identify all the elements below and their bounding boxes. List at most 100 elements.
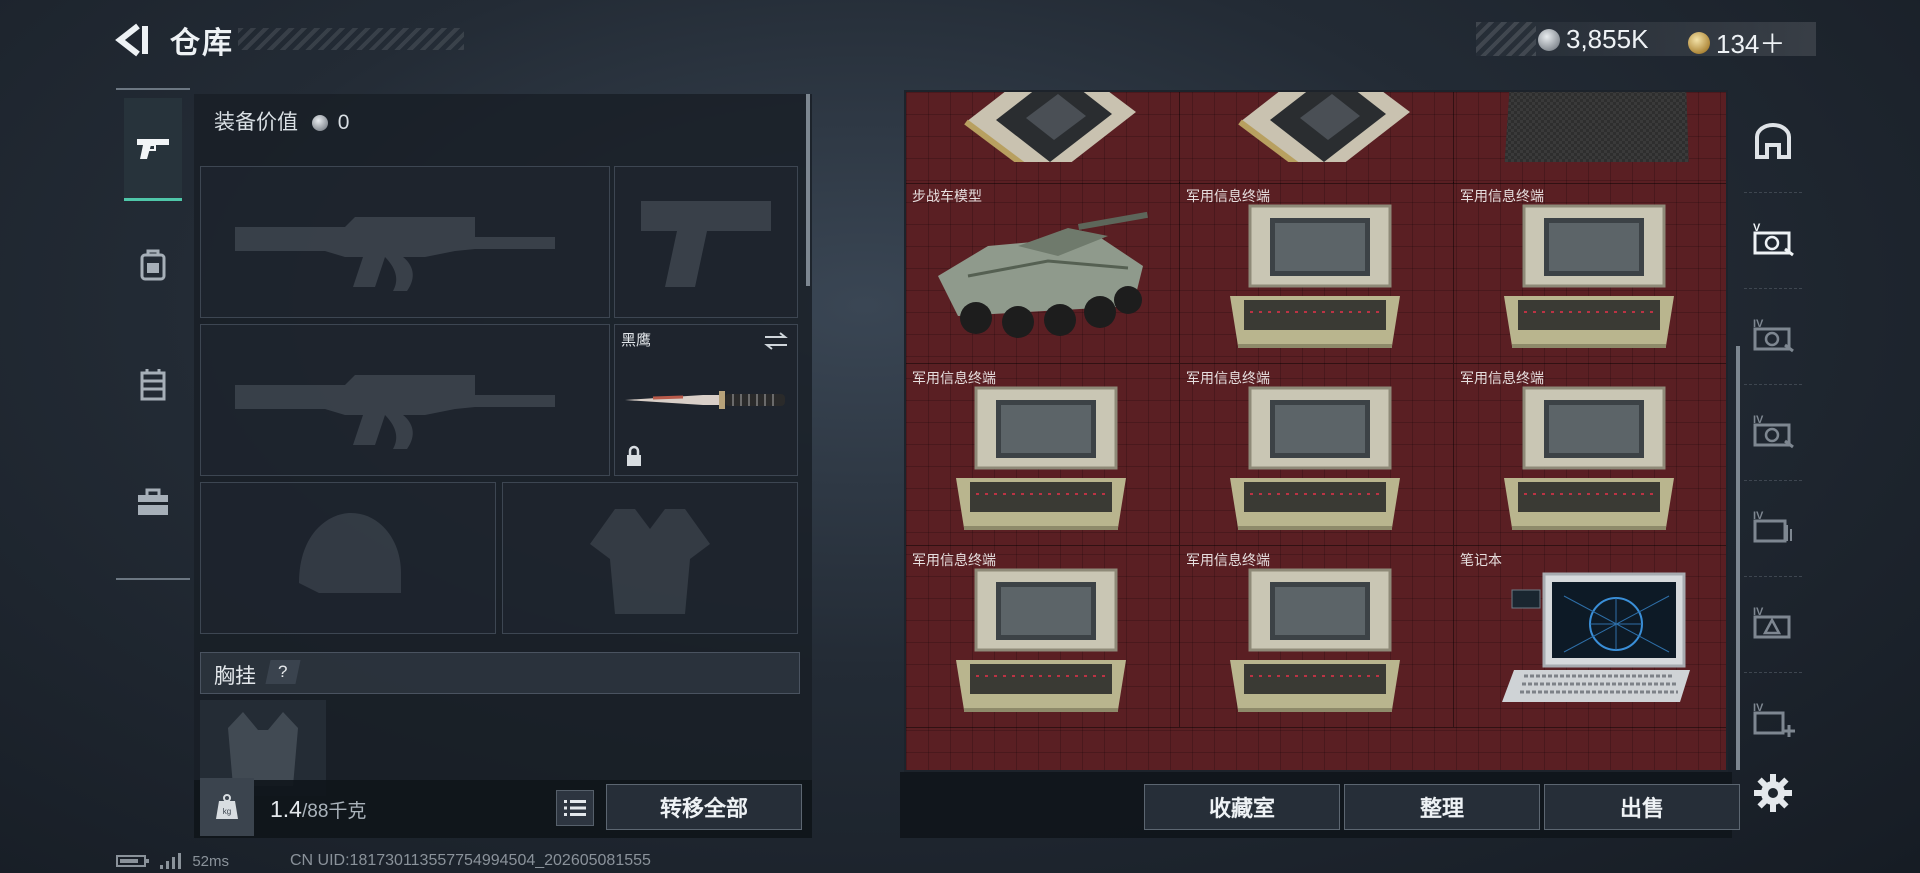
- home-storage-icon: [1755, 123, 1791, 159]
- tab-storage-iv-4[interactable]: IV: [1744, 576, 1802, 667]
- melee-name: 黑鹰: [621, 332, 652, 349]
- list-icon: [564, 800, 586, 816]
- back-button[interactable]: [112, 22, 152, 58]
- storage-item-11[interactable]: 笔记本: [1454, 546, 1726, 728]
- storage-item-7[interactable]: 军用信息终端: [1180, 364, 1454, 546]
- gear-icon: [1754, 774, 1792, 812]
- gold-amount: 134＋: [1716, 29, 1786, 59]
- transfer-all-button[interactable]: 转移全部: [606, 784, 802, 830]
- equipment-value-amount: 0: [337, 111, 350, 134]
- storage-item-3[interactable]: 步战车模型: [906, 182, 1180, 364]
- chest-rig-icon: [228, 712, 298, 786]
- tab-storage-iv-add[interactable]: IV: [1744, 672, 1802, 763]
- ping-value: 52ms: [192, 852, 230, 870]
- lock-icon: [627, 445, 641, 466]
- laptop-icon: [1502, 572, 1690, 702]
- storage-item-8[interactable]: 军用信息终端: [1454, 364, 1726, 546]
- tab-toolbox[interactable]: [124, 452, 182, 552]
- list-view-button[interactable]: [556, 790, 594, 826]
- tab-storage-v[interactable]: V: [1744, 192, 1802, 283]
- tab-backpack[interactable]: [124, 214, 182, 314]
- tab-storage-iv-1[interactable]: IV: [1744, 288, 1802, 379]
- silver-coin-icon: [1538, 28, 1560, 51]
- storage-item-1[interactable]: [1180, 92, 1454, 184]
- storage-item-5[interactable]: 军用信息终端: [1454, 182, 1726, 364]
- military-terminal-icon: [1504, 386, 1674, 530]
- pistol-slot[interactable]: [614, 166, 798, 318]
- carbon-fiber-sheet-icon: [1504, 92, 1689, 162]
- storage-tab-4c-icon: IV: [1753, 510, 1792, 543]
- storage-grid: 步战车模型 军用信息终端 军用信息终端 军用信息终端 军用信息终端 军用信息终端…: [904, 90, 1728, 772]
- equipment-value-label: 装备价值: [214, 111, 298, 134]
- help-glyph: ?: [278, 662, 288, 681]
- network-status: 52ms: [116, 852, 229, 870]
- tab-storage-iv-3[interactable]: IV: [1744, 480, 1802, 571]
- silver-amount: 3,855K: [1566, 24, 1649, 54]
- loadout-tab-rail: [116, 88, 190, 580]
- tab-weapons[interactable]: [124, 98, 182, 201]
- chest-rig-help-button[interactable]: ?: [265, 660, 301, 684]
- tab-chest-rig[interactable]: [124, 334, 182, 434]
- armor-slot[interactable]: [502, 482, 798, 634]
- storage-item-0[interactable]: [906, 92, 1180, 184]
- carry-weight-current: 1.4: [270, 796, 302, 822]
- silver-currency: 3,855K: [1538, 24, 1648, 55]
- silver-coin-icon: [311, 115, 328, 132]
- helmet-slot[interactable]: [200, 482, 496, 634]
- storage-scrollbar[interactable]: [1736, 346, 1740, 770]
- military-terminal-icon: [1230, 568, 1400, 712]
- weight-icon: kg: [216, 794, 238, 819]
- assault-rifle-icon: [235, 217, 555, 291]
- storage-item-4[interactable]: 军用信息终端: [1180, 182, 1454, 364]
- sort-button[interactable]: 整理: [1344, 784, 1540, 830]
- toolbox-icon: [138, 488, 168, 515]
- helmet-icon: [299, 513, 401, 593]
- title-decoration: [238, 28, 464, 50]
- item-label: 步战车模型: [912, 188, 982, 204]
- settings-button[interactable]: [1752, 772, 1794, 814]
- collection-room-button[interactable]: 收藏室: [1144, 784, 1340, 830]
- circuit-board-icon: [964, 92, 1136, 162]
- pistol-icon: [137, 139, 169, 159]
- knife-icon: [625, 391, 785, 409]
- secondary-weapon-slot[interactable]: [200, 324, 610, 476]
- military-terminal-icon: [1230, 204, 1400, 348]
- storage-tab-5-icon: V: [1753, 222, 1794, 257]
- primary-weapon-slot[interactable]: [200, 166, 610, 318]
- military-terminal-icon: [1230, 386, 1400, 530]
- military-terminal-icon: [1504, 204, 1674, 348]
- circuit-board-icon: [1238, 92, 1410, 162]
- back-arrow-icon: [115, 23, 148, 57]
- backpack-icon: [140, 249, 166, 281]
- equipment-value: 装备价值 0: [214, 106, 349, 136]
- weight-lock-button[interactable]: kg: [200, 778, 254, 836]
- storage-item-10[interactable]: 军用信息终端: [1180, 546, 1454, 728]
- tab-storage-iv-2[interactable]: IV: [1744, 384, 1802, 475]
- svg-text:kg: kg: [223, 807, 231, 816]
- storage-tab-rail: V IV IV IV IV IV: [1744, 96, 1802, 774]
- chest-rig-icon: [140, 369, 166, 401]
- carry-weight-max: /88千克: [301, 801, 367, 822]
- storage-tab-4b-icon: IV: [1753, 414, 1794, 449]
- storage-tab-4a-icon: IV: [1753, 318, 1794, 353]
- signal-icon: [160, 853, 182, 870]
- storage-tab-4-add-icon: IV: [1753, 702, 1795, 737]
- melee-slot[interactable]: 黑鹰: [614, 324, 798, 476]
- gold-currency[interactable]: 134＋: [1688, 24, 1785, 61]
- military-terminal-icon: [956, 386, 1126, 530]
- swap-icon[interactable]: [763, 331, 789, 351]
- storage-item-9[interactable]: 军用信息终端: [906, 546, 1180, 728]
- carry-weight: 1.4/88千克: [270, 796, 366, 823]
- sell-button[interactable]: 出售: [1544, 784, 1740, 830]
- page-title: 仓库: [170, 27, 234, 60]
- tab-main-storage[interactable]: [1744, 96, 1802, 186]
- armor-vest-icon: [590, 509, 710, 614]
- military-terminal-icon: [956, 568, 1126, 712]
- equipment-scrollbar[interactable]: [806, 94, 810, 286]
- storage-item-6[interactable]: 军用信息终端: [906, 364, 1180, 546]
- ifv-model-icon: [938, 211, 1148, 338]
- gold-coin-icon: [1688, 31, 1710, 54]
- user-uid: CN UID:18173011355775499450​4_2026050815…: [290, 852, 651, 869]
- assault-rifle-icon: [235, 375, 555, 449]
- storage-item-2[interactable]: [1454, 92, 1726, 184]
